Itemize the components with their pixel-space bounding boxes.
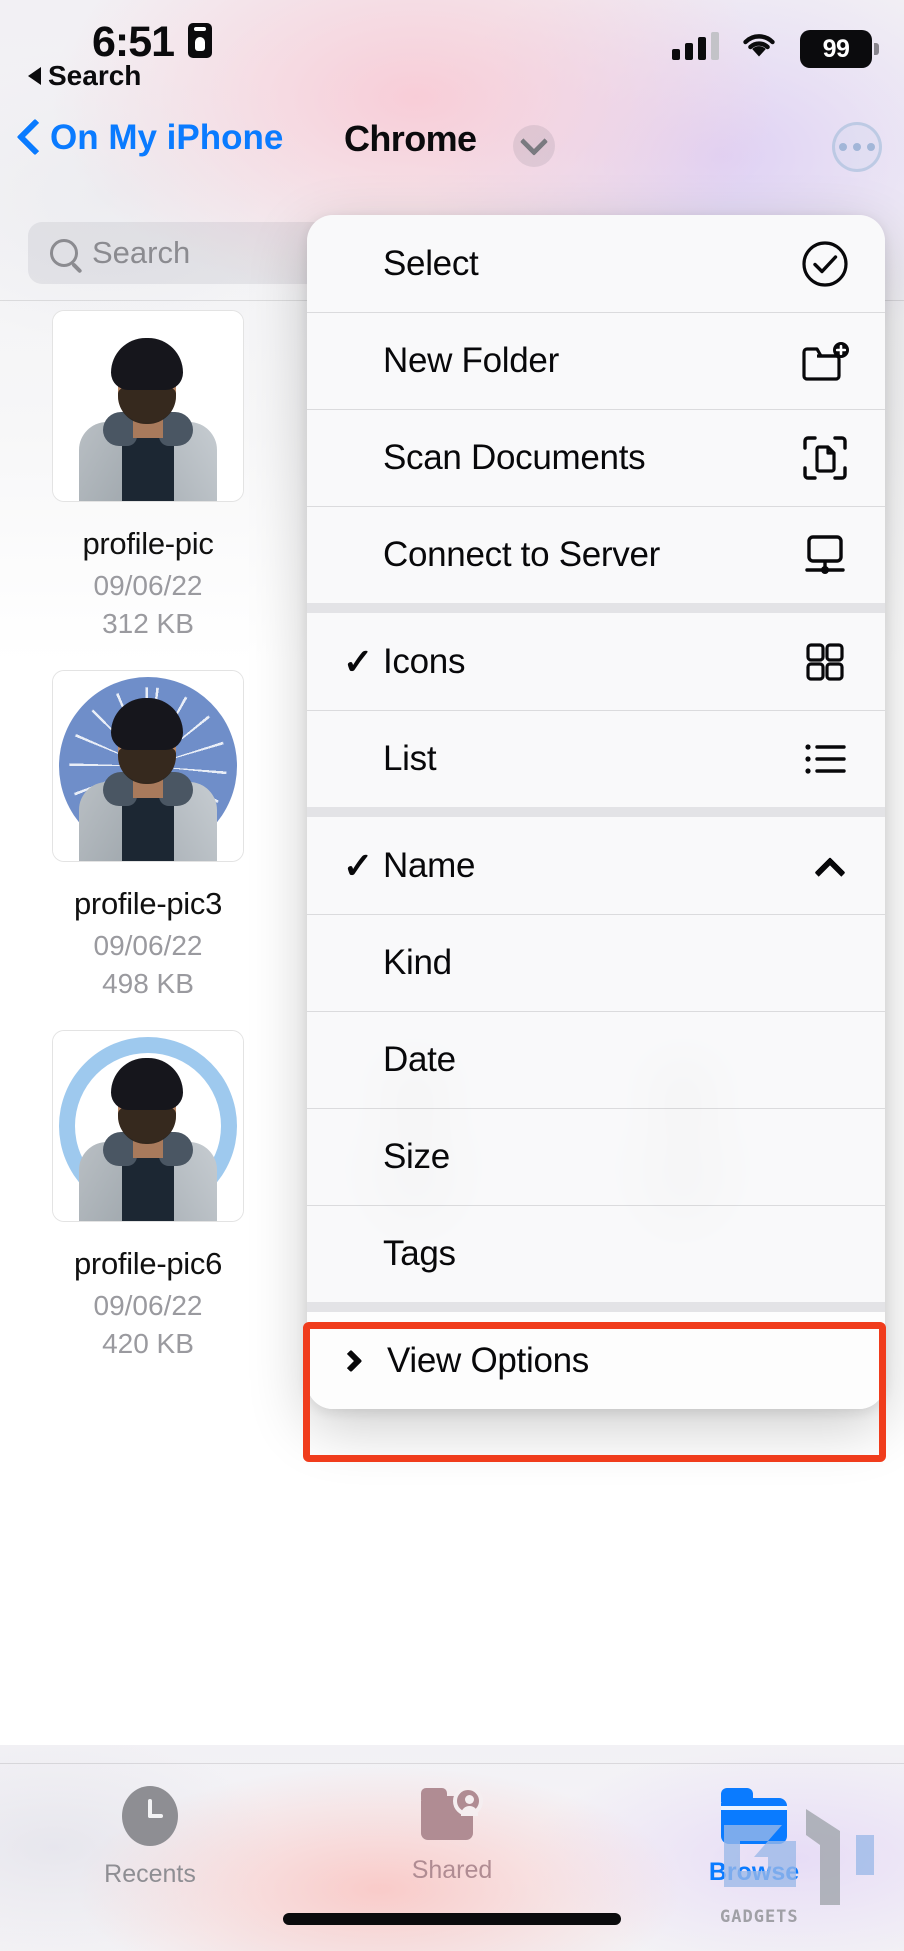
wifi-icon <box>743 34 775 57</box>
tab-recents[interactable]: Recents <box>0 1786 300 1889</box>
menu-item-list[interactable]: List <box>307 710 885 807</box>
menu-item-select[interactable]: Select <box>307 215 885 312</box>
navigation-bar: On My iPhone Chrome <box>0 110 904 188</box>
menu-item-label: Kind <box>383 943 452 982</box>
tab-label: Shared <box>411 1856 493 1884</box>
menu-group-sort: ✓ Name Kind Date Size Tags <box>307 807 885 1302</box>
status-bar: 6:51 Search 99 <box>0 0 904 108</box>
file-date: 09/06/22 <box>93 570 203 601</box>
grid-2x2-icon <box>799 636 851 688</box>
menu-item-icons[interactable]: ✓ Icons <box>307 613 885 710</box>
file-date: 09/06/22 <box>93 930 203 961</box>
menu-item-label: Icons <box>383 641 466 681</box>
search-icon <box>50 239 78 267</box>
iphone-screen: 6:51 Search 99 On My iPhone Chrome Searc… <box>0 0 904 1951</box>
menu-item-label: View Options <box>387 1340 589 1380</box>
clock-icon <box>122 1786 178 1846</box>
lock-portrait-icon <box>188 23 212 58</box>
back-button-label: On My iPhone <box>50 118 284 157</box>
menu-item-label: Connect to Server <box>383 535 660 574</box>
back-button[interactable]: On My iPhone <box>18 118 283 158</box>
home-indicator <box>283 1913 621 1925</box>
chevron-down-icon[interactable] <box>513 125 555 167</box>
menu-group-view-mode: ✓ Icons List <box>307 603 885 807</box>
triangle-left-icon <box>28 67 41 85</box>
cellular-signal-icon <box>672 32 719 60</box>
file-item[interactable]: profile-pic 09/06/22 312 KB <box>14 310 282 640</box>
file-name: profile-pic3 <box>73 886 223 921</box>
menu-item-size[interactable]: Size <box>307 1108 885 1205</box>
menu-check-mark: ✓ <box>343 640 373 682</box>
back-to-search-label: Search <box>48 60 142 91</box>
back-to-search-button[interactable]: Search <box>28 60 141 92</box>
file-thumbnail <box>52 670 244 862</box>
watermark-text: GADGETS <box>720 1907 799 1927</box>
menu-check-mark: ✓ <box>343 844 373 886</box>
tab-label: Recents <box>104 1860 196 1888</box>
shared-folder-icon <box>421 1786 483 1842</box>
context-menu: Select New Folder Scan Documents Connect… <box>307 215 885 1409</box>
menu-item-label: Scan Documents <box>383 438 646 477</box>
tab-shared[interactable]: Shared <box>302 1786 602 1885</box>
menu-item-tags[interactable]: Tags <box>307 1205 885 1302</box>
file-item[interactable]: profile-pic3 09/06/22 498 KB <box>14 670 282 1000</box>
file-size: 498 KB <box>102 968 194 999</box>
list-bullet-icon <box>799 733 851 785</box>
file-name: profile-pic6 <box>73 1246 223 1281</box>
menu-item-label: Size <box>383 1137 450 1176</box>
menu-item-label: List <box>383 739 437 778</box>
file-date: 09/06/22 <box>93 1290 203 1321</box>
document-scanner-icon <box>799 432 851 484</box>
menu-item-label: Date <box>383 1040 456 1079</box>
menu-group-view-options: View Options <box>307 1302 885 1409</box>
menu-item-label: Name <box>383 845 476 885</box>
site-watermark: GADGETS <box>706 1801 896 1931</box>
menu-item-scan-documents[interactable]: Scan Documents <box>307 409 885 506</box>
menu-item-name[interactable]: ✓ Name <box>307 817 885 914</box>
menu-item-label: New Folder <box>383 341 559 380</box>
menu-item-view-options[interactable]: View Options <box>307 1312 885 1409</box>
search-placeholder: Search <box>92 235 191 270</box>
menu-item-label: Select <box>383 243 479 283</box>
back-chevron-icon <box>18 121 40 155</box>
file-name: profile-pic <box>82 526 214 561</box>
menu-group-actions: Select New Folder Scan Documents Connect… <box>307 215 885 603</box>
page-title: Chrome <box>344 118 477 159</box>
menu-item-connect-to-server[interactable]: Connect to Server <box>307 506 885 603</box>
file-item[interactable]: profile-pic6 09/06/22 420 KB <box>14 1030 282 1360</box>
file-size: 420 KB <box>102 1328 194 1359</box>
file-thumbnail <box>52 310 244 502</box>
menu-item-new-folder[interactable]: New Folder <box>307 312 885 409</box>
battery-icon: 99 <box>800 30 879 68</box>
checkmark-circle-icon <box>799 238 851 290</box>
menu-item-label: Tags <box>383 1234 456 1273</box>
file-thumbnail <box>52 1030 244 1222</box>
display-network-icon <box>799 529 851 581</box>
menu-item-date[interactable]: Date <box>307 1011 885 1108</box>
file-size: 312 KB <box>102 608 194 639</box>
ellipsis-circle-icon[interactable] <box>832 122 882 172</box>
folder-plus-icon <box>799 335 851 387</box>
menu-item-kind[interactable]: Kind <box>307 914 885 1011</box>
